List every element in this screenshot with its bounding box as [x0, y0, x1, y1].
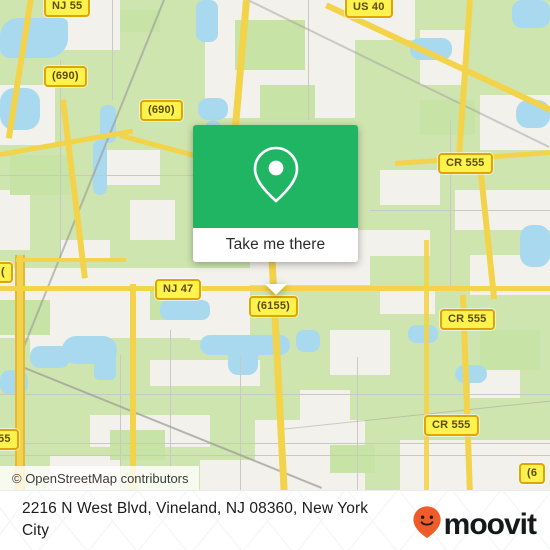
map-minor-road	[0, 175, 200, 176]
road-shield: CR 555	[440, 309, 495, 330]
road-shield: CR 555	[438, 153, 493, 174]
map-land-area	[350, 230, 430, 256]
map-water-body	[30, 346, 70, 368]
footer-bar: 2216 N West Blvd, Vineland, NJ 08360, Ne…	[0, 490, 550, 550]
road-shield: US 40	[345, 0, 393, 18]
popup-pointer-tail	[264, 284, 287, 295]
map-vegetation	[480, 330, 540, 370]
map-water-body	[94, 352, 116, 380]
road-shield: NJ 47	[155, 279, 202, 300]
map-land-area	[130, 200, 175, 240]
attribution-text: © OpenStreetMap contributors	[12, 470, 189, 486]
map-vegetation	[330, 445, 375, 473]
map-water-body	[0, 88, 40, 130]
map-water-body	[0, 18, 68, 58]
road-shield: (690)	[140, 100, 183, 121]
take-me-there-label: Take me there	[225, 236, 326, 253]
moovit-wordmark: moovit	[443, 507, 537, 541]
map-attribution[interactable]: © OpenStreetMap contributors	[0, 466, 199, 490]
map-vegetation	[260, 85, 315, 120]
road-shield: (6	[519, 463, 546, 484]
map-vegetation	[0, 300, 50, 335]
map-water-body	[296, 330, 320, 352]
map-minor-road	[308, 0, 309, 120]
map-pin-icon	[249, 143, 303, 210]
map-location-popup[interactable]: Take me there	[193, 125, 358, 295]
map-water-body	[196, 0, 218, 42]
map-water-body	[160, 300, 210, 320]
map-highway-nj47-ew	[130, 284, 136, 490]
moovit-logo[interactable]: moovit	[412, 505, 537, 544]
map-minor-road	[450, 120, 451, 290]
map-minor-road	[240, 355, 241, 490]
road-shield: (	[0, 262, 13, 283]
address-text: 2216 N West Blvd, Vineland, NJ 08360, Ne…	[22, 500, 369, 539]
map-land-area	[100, 150, 160, 185]
map-water-body	[198, 98, 228, 120]
map-minor-road	[370, 210, 550, 211]
map-land-area	[330, 330, 390, 375]
map-highway-6155	[424, 240, 429, 490]
map-minor-road	[357, 357, 358, 490]
popup-icon-area	[193, 125, 358, 228]
road-shield: 55	[0, 429, 19, 450]
map-water-body	[455, 365, 487, 383]
map-land-area	[380, 170, 440, 205]
road-shield: (6155)	[249, 296, 298, 317]
moovit-map-screenshot: NJ 55 US 40 (690) (690) CR 555 NJ 47 (61…	[0, 0, 550, 550]
map-water-body	[408, 325, 438, 343]
map-water-body	[228, 345, 258, 375]
map-canvas[interactable]: NJ 55 US 40 (690) (690) CR 555 NJ 47 (61…	[0, 0, 550, 490]
map-minor-road	[112, 0, 113, 100]
moovit-smiley-pin-icon	[412, 505, 442, 544]
map-land-area	[200, 460, 260, 490]
map-water-body	[520, 225, 550, 267]
map-minor-road	[60, 60, 61, 260]
road-shield: (690)	[44, 66, 87, 87]
map-water-body	[512, 0, 550, 28]
road-shield: CR 555	[424, 415, 479, 436]
map-land-area	[0, 190, 30, 250]
map-highway-ramp	[16, 258, 126, 262]
road-shield: NJ 55	[44, 0, 91, 17]
take-me-there-button[interactable]: Take me there	[193, 228, 358, 262]
